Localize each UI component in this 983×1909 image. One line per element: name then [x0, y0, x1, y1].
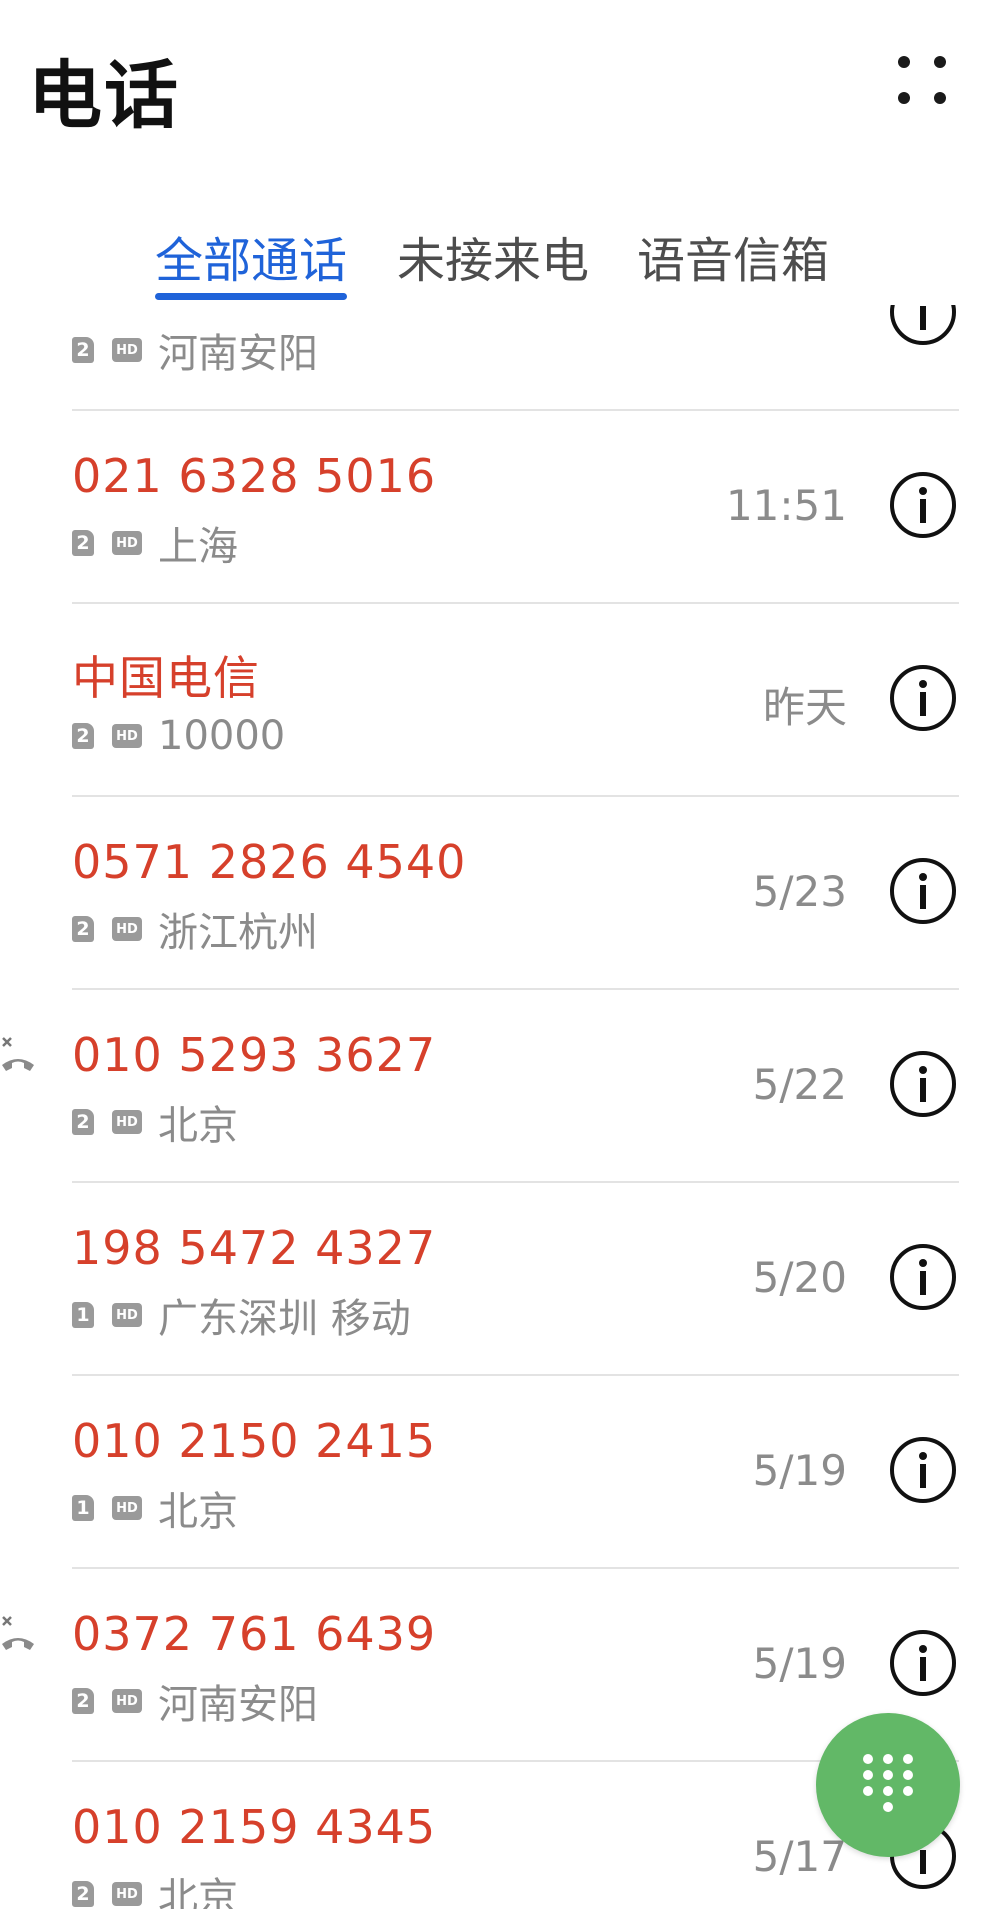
- call-time: 5/17: [752, 1832, 847, 1881]
- call-details: 2 HD 河南安阳: [72, 328, 318, 377]
- tab-all-calls[interactable]: 全部通话: [155, 221, 347, 291]
- call-location: 浙江杭州: [158, 910, 318, 956]
- info-circle-icon: [890, 1630, 956, 1696]
- call-number: 021 6328 5016: [72, 449, 437, 503]
- call-time: 5/19: [752, 1639, 847, 1688]
- call-details: 1 HD 北京: [72, 1486, 238, 1535]
- call-log-row[interactable]: 中国电信 2 HD 10000 昨天: [0, 604, 983, 797]
- call-log-list[interactable]: 2 HD 河南安阳 021 6328 5016 2 HD 上海 11:51 中国…: [0, 300, 983, 1909]
- call-location: 北京: [158, 1489, 238, 1535]
- app-header: 电话: [0, 0, 983, 160]
- info-button[interactable]: [889, 1629, 957, 1697]
- call-number: 中国电信: [72, 651, 260, 705]
- call-number: 010 2159 4345: [72, 1800, 437, 1854]
- info-circle-icon: [890, 472, 956, 538]
- hd-badge: HD: [112, 724, 142, 748]
- call-number: 010 5293 3627: [72, 1028, 437, 1082]
- hd-badge: HD: [112, 1110, 142, 1134]
- call-time: 5/23: [752, 867, 847, 916]
- info-button[interactable]: [889, 471, 957, 539]
- call-tabs: 全部通话 未接来电 语音信箱: [0, 205, 983, 305]
- sim-badge: 2: [72, 1881, 94, 1907]
- more-dot: [934, 56, 946, 68]
- call-details: 2 HD 10000: [72, 713, 286, 759]
- info-button[interactable]: [889, 664, 957, 732]
- call-time: 昨天: [762, 683, 847, 732]
- call-location: 河南安阳: [158, 1682, 318, 1728]
- hd-badge: HD: [112, 1689, 142, 1713]
- hd-badge: HD: [112, 531, 142, 555]
- info-circle-icon: [890, 300, 956, 345]
- call-number: 010 2150 2415: [72, 1414, 437, 1468]
- call-location: 10000: [158, 713, 286, 759]
- sim-badge: 2: [72, 530, 94, 556]
- info-circle-icon: [890, 1244, 956, 1310]
- more-dots-icon: [898, 56, 910, 68]
- call-details: 2 HD 北京: [72, 1100, 238, 1149]
- info-button[interactable]: [889, 300, 957, 346]
- missed-call-icon: [2, 1616, 34, 1650]
- more-options-button[interactable]: [892, 50, 952, 110]
- call-location: 广东深圳 移动: [158, 1296, 411, 1342]
- sim-badge: 1: [72, 1495, 94, 1521]
- info-circle-icon: [890, 1437, 956, 1503]
- info-button[interactable]: [889, 1436, 957, 1504]
- info-circle-icon: [890, 1051, 956, 1117]
- info-button[interactable]: [889, 1050, 957, 1118]
- call-time: 11:51: [725, 481, 847, 530]
- hd-badge: HD: [112, 338, 142, 362]
- sim-badge: 2: [72, 1109, 94, 1135]
- call-location: 北京: [158, 1875, 238, 1909]
- call-time: 5/20: [752, 1253, 847, 1302]
- info-button[interactable]: [889, 857, 957, 925]
- call-log-row[interactable]: 010 2150 2415 1 HD 北京 5/19: [0, 1376, 983, 1569]
- call-location: 北京: [158, 1103, 238, 1149]
- more-dot: [934, 92, 946, 104]
- call-log-row[interactable]: 198 5472 4327 1 HD 广东深圳 移动 5/20: [0, 1183, 983, 1376]
- active-tab-indicator: [155, 293, 347, 300]
- info-circle-icon: [890, 665, 956, 731]
- more-dot: [898, 92, 910, 104]
- call-log-row[interactable]: 0372 761 6439 2 HD 河南安阳 5/19: [0, 1569, 983, 1762]
- call-time: 5/22: [752, 1060, 847, 1109]
- missed-call-icon: [2, 1037, 34, 1071]
- call-log-row[interactable]: 010 5293 3627 2 HD 北京 5/22: [0, 990, 983, 1183]
- tab-voicemail[interactable]: 语音信箱: [637, 221, 829, 291]
- sim-badge: 2: [72, 916, 94, 942]
- call-details: 1 HD 广东深圳 移动: [72, 1293, 411, 1342]
- info-circle-icon: [890, 858, 956, 924]
- call-details: 2 HD 河南安阳: [72, 1679, 318, 1728]
- call-details: 2 HD 浙江杭州: [72, 907, 318, 956]
- call-log-row[interactable]: 2 HD 河南安阳: [0, 300, 983, 411]
- sim-badge: 2: [72, 723, 94, 749]
- call-location: 河南安阳: [158, 331, 318, 377]
- dialpad-button[interactable]: [816, 1713, 960, 1857]
- sim-badge: 1: [72, 1302, 94, 1328]
- call-number: 198 5472 4327: [72, 1221, 437, 1275]
- sim-badge: 2: [72, 337, 94, 363]
- call-number: 0372 761 6439: [72, 1607, 437, 1661]
- call-number: 0571 2826 4540: [72, 835, 467, 889]
- call-details: 2 HD 上海: [72, 521, 238, 570]
- dialpad-icon: [863, 1754, 913, 1812]
- call-location: 上海: [158, 524, 238, 570]
- tab-missed-calls[interactable]: 未接来电: [397, 221, 589, 291]
- call-log-row[interactable]: 021 6328 5016 2 HD 上海 11:51: [0, 411, 983, 604]
- hd-badge: HD: [112, 1303, 142, 1327]
- call-time: 5/19: [752, 1446, 847, 1495]
- call-details: 2 HD 北京: [72, 1872, 238, 1909]
- hd-badge: HD: [112, 1496, 142, 1520]
- call-log-row[interactable]: 0571 2826 4540 2 HD 浙江杭州 5/23: [0, 797, 983, 990]
- page-title: 电话: [28, 53, 180, 139]
- sim-badge: 2: [72, 1688, 94, 1714]
- hd-badge: HD: [112, 917, 142, 941]
- hd-badge: HD: [112, 1882, 142, 1906]
- info-button[interactable]: [889, 1243, 957, 1311]
